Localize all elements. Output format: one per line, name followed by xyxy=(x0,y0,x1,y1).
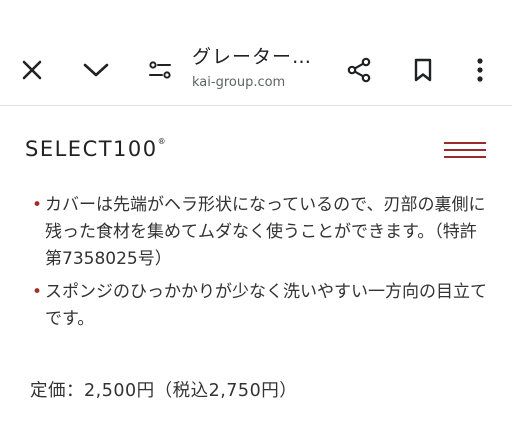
menu-line xyxy=(444,156,486,158)
menu-line xyxy=(444,149,486,151)
share-button[interactable] xyxy=(337,48,381,92)
close-icon xyxy=(22,60,42,80)
list-item: • カバーは先端がヘラ形状になっているので、刃部の裏側に残った食材を集めてムダなく… xyxy=(32,192,493,273)
bullet-icon: • xyxy=(32,282,43,302)
chevron-down-icon xyxy=(83,63,109,77)
brand-logo[interactable]: SELECT100® xyxy=(25,137,166,161)
browser-toolbar: グレーター… kai-group.com xyxy=(0,0,512,106)
page-url: kai-group.com xyxy=(192,75,286,90)
share-icon xyxy=(347,57,371,83)
bullet-icon: • xyxy=(32,195,43,215)
more-vert-icon xyxy=(477,58,483,82)
more-options-button[interactable] xyxy=(458,48,502,92)
close-button[interactable] xyxy=(10,48,54,92)
minimize-button[interactable] xyxy=(74,48,118,92)
page-title: グレーター… xyxy=(192,46,313,68)
menu-line xyxy=(444,142,486,144)
bookmark-icon xyxy=(414,58,432,82)
list-item: • スポンジのひっかかりが少なく洗いやすい一方向の目立てです。 xyxy=(32,279,493,333)
site-settings-button[interactable] xyxy=(138,48,182,92)
bookmark-button[interactable] xyxy=(401,48,445,92)
price-text: 定価：2,500円（税込2,750円） xyxy=(30,381,298,401)
site-settings-icon xyxy=(149,61,171,79)
page-info[interactable]: グレーター… kai-group.com xyxy=(192,44,332,93)
hamburger-menu-button[interactable] xyxy=(444,140,486,160)
registered-mark: ® xyxy=(157,137,166,146)
feature-list: • カバーは先端がヘラ形状になっているので、刃部の裏側に残った食材を集めてムダなく… xyxy=(32,192,493,339)
